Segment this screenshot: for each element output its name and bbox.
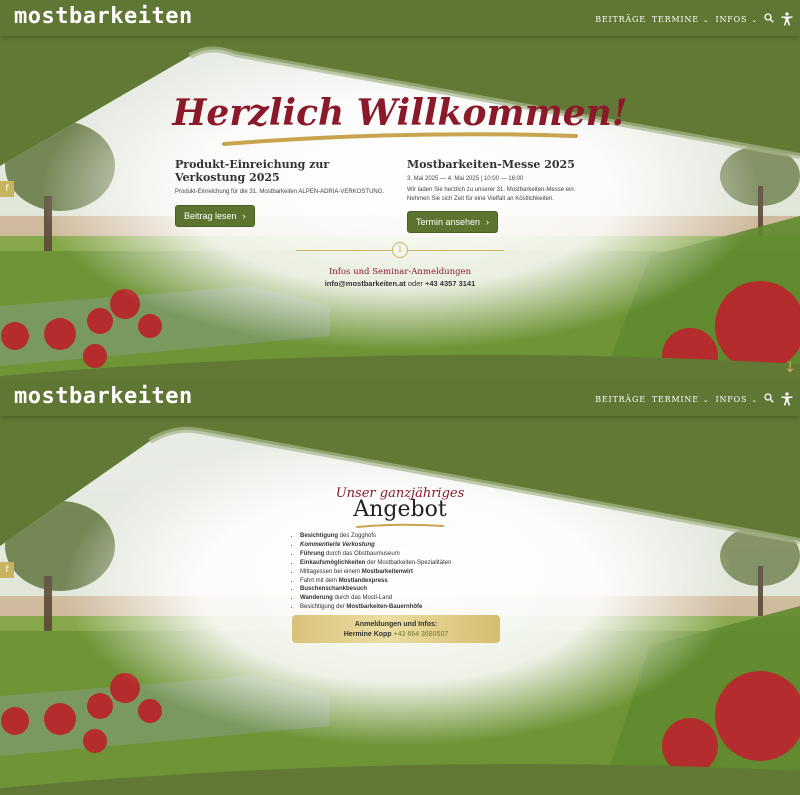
info-icon: i bbox=[392, 242, 408, 258]
info-title: Infos und Seminar-Anmeldungen bbox=[328, 267, 472, 277]
hero-background bbox=[0, 36, 800, 385]
contact-phone-link[interactable]: +43 664 3680507 bbox=[394, 631, 449, 638]
offer-item-highlight: Besichtigung bbox=[300, 533, 339, 539]
event-date: 3. Mai 2025 — 4. Mai 2025 | 10:00 — 16:0… bbox=[407, 176, 524, 182]
chevron-right-icon: › bbox=[486, 217, 490, 227]
news-column: Produkt-Einreichung zur Verkostung 2025 … bbox=[175, 158, 385, 227]
sidebar-tab-facebook[interactable]: f bbox=[0, 562, 14, 578]
news-text: Produkt-Einreichung für die 31. Mostbark… bbox=[175, 189, 385, 195]
button-label: Beitrag lesen bbox=[184, 211, 237, 221]
nav-item-termine[interactable]: Termine ⌄ bbox=[652, 15, 710, 24]
site-header: mostbarkeiten Beiträge Termine ⌄ Infos ⌄ bbox=[0, 0, 800, 36]
info-contact: info@mostbarkeiten.at oder +43 4357 3141 bbox=[0, 279, 800, 288]
offer-underline bbox=[356, 523, 444, 528]
offer-item-prefix: Mittagessen bei einem bbox=[300, 568, 362, 575]
info-phone-link[interactable]: +43 4357 3141 bbox=[425, 279, 475, 288]
nav-item-beitraege[interactable]: Beiträge bbox=[595, 395, 646, 404]
nav-item-termine[interactable]: Termine ⌄ bbox=[652, 395, 710, 404]
offer-list-item: Einkaufsmöglichkeiten der Mostbarkeiten-… bbox=[300, 559, 530, 568]
info-or: oder bbox=[407, 279, 423, 288]
chevron-down-icon: ⌄ bbox=[748, 395, 758, 404]
offer-item-highlight: Kommentierte Verkostung bbox=[300, 541, 375, 548]
event-column: Mostbarkeiten-Messe 2025 3. Mai 2025 — 4… bbox=[407, 158, 587, 233]
offer-list-item: Besichtigung der Mostbarkeiten-Bauernhöf… bbox=[300, 603, 530, 612]
view-event-button[interactable]: Termin ansehen › bbox=[407, 211, 499, 233]
nav-label: Infos bbox=[715, 394, 748, 404]
offer-item-text: durch das Mostl-Land bbox=[332, 595, 393, 602]
nav-label: Beiträge bbox=[595, 14, 646, 24]
read-post-button[interactable]: Beitrag lesen › bbox=[175, 205, 255, 227]
nav-label: Termine bbox=[651, 394, 699, 404]
nav-label: Beiträge bbox=[595, 394, 646, 404]
accessibility-icon[interactable] bbox=[780, 392, 794, 406]
button-label: Termin ansehen bbox=[416, 217, 481, 227]
offer-item-text: der Mostbarkeiten-Spezialitäten bbox=[365, 559, 452, 566]
nav-item-infos[interactable]: Infos ⌄ bbox=[716, 15, 758, 24]
nav-label: Infos bbox=[715, 14, 748, 24]
info-email-link[interactable]: info@mostbarkeiten.at bbox=[325, 279, 406, 288]
offer-title: Angebot bbox=[353, 497, 447, 522]
scroll-down-icon[interactable]: ↓ bbox=[784, 360, 796, 376]
main-nav: Beiträge Termine ⌄ Infos ⌄ bbox=[595, 12, 794, 26]
offer-item-highlight: Einkaufsmöglichkeiten bbox=[300, 559, 366, 566]
offer-list: Besichtigung des ZogghofsKommentierte Ve… bbox=[290, 532, 530, 612]
site-logo[interactable]: mostbarkeiten bbox=[14, 4, 193, 29]
offer-item-text: des Zogghofs bbox=[338, 533, 377, 539]
offer-list-item: Mittagessen bei einem Mostbarkeitenwirt bbox=[300, 568, 530, 577]
offer-item-highlight: Mostbarkeitenwirt bbox=[361, 568, 414, 575]
contact-name: Hermine Kopp bbox=[343, 631, 392, 638]
offer-item-prefix: Fahrt mit dem bbox=[300, 577, 339, 584]
offer-item-prefix: Besichtigung der bbox=[300, 604, 347, 611]
offer-list-item: Wanderung durch das Mostl-Land bbox=[300, 594, 530, 603]
offer-item-highlight: Buschenschankbesuch bbox=[300, 586, 368, 593]
nav-item-infos[interactable]: Infos ⌄ bbox=[716, 395, 758, 404]
event-text: Wir laden Sie herzlich zu unserer 31. Mo… bbox=[407, 187, 576, 202]
screen-welcome: mostbarkeiten Beiträge Termine ⌄ Infos ⌄ bbox=[0, 0, 800, 385]
offer-list-item: Kommentierte Verkostung bbox=[300, 541, 530, 550]
welcome-title: Herzlich Willkommen! bbox=[172, 92, 628, 134]
nav-label: Termine bbox=[651, 14, 699, 24]
chevron-right-icon: › bbox=[242, 211, 246, 221]
offer-item-highlight: Wanderung bbox=[300, 595, 333, 602]
offer-list-item: Fahrt mit dem Mostlandexpress bbox=[300, 577, 530, 586]
title-underline bbox=[222, 132, 578, 146]
event-heading: Mostbarkeiten-Messe 2025 bbox=[407, 158, 575, 171]
chevron-down-icon: ⌄ bbox=[699, 395, 710, 404]
search-icon[interactable] bbox=[764, 393, 774, 405]
chevron-down-icon: ⌄ bbox=[748, 15, 758, 24]
offer-list-item: Führung durch das Obstbaumuseum bbox=[300, 550, 530, 559]
offer-item-text: durch das Obstbaumuseum bbox=[324, 550, 400, 557]
offer-item-highlight: Führung bbox=[300, 550, 325, 557]
offer-list-item: Besichtigung des Zogghofs bbox=[300, 532, 530, 541]
chevron-down-icon: ⌄ bbox=[699, 15, 710, 24]
news-heading: Produkt-Einreichung zur Verkostung 2025 bbox=[175, 158, 330, 184]
accessibility-icon[interactable] bbox=[780, 12, 794, 26]
nav-item-beitraege[interactable]: Beiträge bbox=[595, 15, 646, 24]
main-nav: Beiträge Termine ⌄ Infos ⌄ bbox=[595, 392, 794, 406]
offer-list-item: Buschenschankbesuch bbox=[300, 585, 530, 594]
contact-box: Anmeldungen und Infos: Hermine Kopp +43 … bbox=[292, 615, 500, 643]
contact-line: Hermine Kopp +43 664 3680507 bbox=[292, 630, 500, 640]
site-logo[interactable]: mostbarkeiten bbox=[14, 384, 193, 409]
search-icon[interactable] bbox=[764, 13, 774, 25]
screen-offer: mostbarkeiten Beiträge Termine ⌄ Infos ⌄ bbox=[0, 380, 800, 795]
offer-item-highlight: Mostlandexpress bbox=[338, 577, 388, 584]
offer-item-highlight: Mostbarkeiten-Bauernhöfe bbox=[346, 604, 423, 611]
contact-title: Anmeldungen und Infos: bbox=[354, 621, 438, 628]
sidebar-tab-facebook[interactable]: f bbox=[0, 181, 14, 197]
site-header: mostbarkeiten Beiträge Termine ⌄ Infos ⌄ bbox=[0, 380, 800, 416]
